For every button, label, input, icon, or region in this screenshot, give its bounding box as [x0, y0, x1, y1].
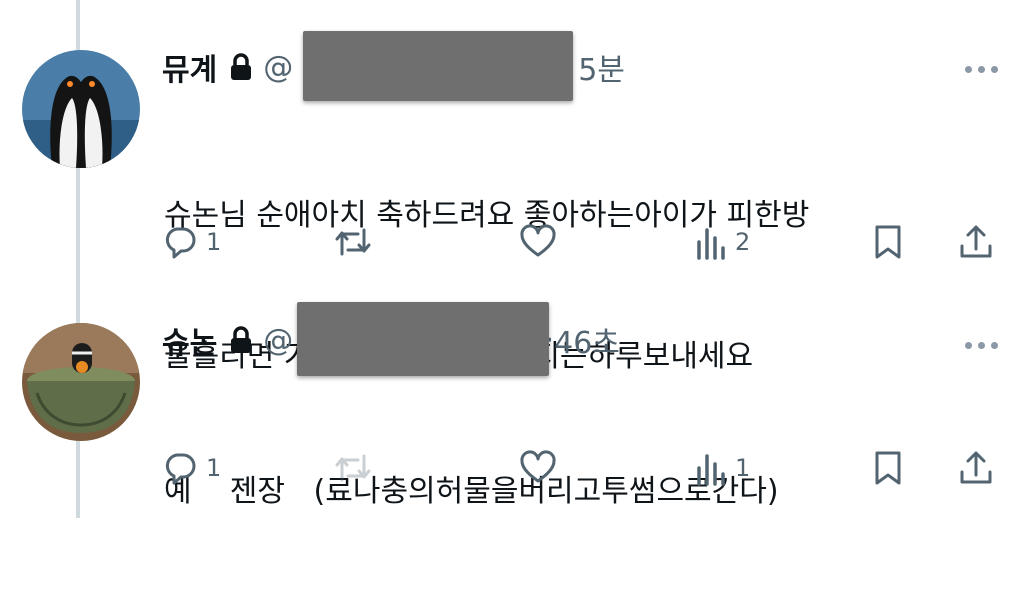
bookmark-icon: [872, 224, 904, 260]
views-count: 2: [735, 228, 751, 256]
views-icon: [695, 450, 727, 486]
display-name[interactable]: 슈논: [162, 318, 217, 362]
share-button[interactable]: [958, 448, 994, 488]
share-icon: [958, 224, 994, 260]
reply-count: 1: [206, 228, 222, 256]
penguins-avatar-image: [22, 50, 140, 168]
like-button[interactable]: [519, 448, 565, 488]
more-dots-icon[interactable]: [965, 342, 998, 349]
reply-icon: [162, 224, 198, 260]
views-button[interactable]: 2: [695, 222, 750, 262]
retweet-button: [333, 448, 381, 488]
tweet[interactable]: 슈논 @ k · 46초 예 젠장 (료나충의허물을버리고투썸으로간다) 1 1: [0, 290, 1024, 518]
timestamp[interactable]: 5분: [578, 45, 625, 89]
reply-count: 1: [206, 454, 222, 482]
reply-icon: [162, 450, 198, 486]
handle-prefix[interactable]: @: [263, 323, 293, 358]
views-button[interactable]: 1: [695, 448, 750, 488]
display-name[interactable]: 뮤계: [162, 45, 217, 89]
tweet-text: 예 젠장 (료나충의허물을버리고투썸으로간다): [164, 374, 779, 609]
reply-button[interactable]: 1: [162, 222, 221, 262]
bowl-avatar-image: [22, 323, 140, 441]
action-bar: 1 1: [0, 448, 1024, 488]
views-count: 1: [735, 454, 751, 482]
handle-prefix[interactable]: @: [263, 50, 293, 85]
lock-icon: [229, 326, 253, 354]
heart-icon: [519, 450, 557, 486]
bookmark-button[interactable]: [872, 222, 904, 262]
bookmark-icon: [872, 450, 904, 486]
retweet-icon: [333, 450, 373, 486]
heart-icon: [519, 224, 557, 260]
share-icon: [958, 450, 994, 486]
reply-button[interactable]: 1: [162, 448, 221, 488]
retweet-button[interactable]: [333, 222, 381, 262]
redaction-box: [297, 302, 549, 376]
lock-icon: [229, 53, 253, 81]
avatar[interactable]: [22, 323, 140, 441]
like-button[interactable]: [519, 222, 565, 262]
retweet-icon: [333, 224, 373, 260]
views-icon: [695, 224, 727, 260]
action-bar: 1 2: [0, 222, 1024, 262]
more-dots-icon[interactable]: [965, 66, 998, 73]
bookmark-button[interactable]: [872, 448, 904, 488]
avatar[interactable]: [22, 50, 140, 168]
timestamp[interactable]: 46초: [554, 318, 620, 362]
tweet[interactable]: 뮤계 @ 5분 슈논님 순애아치 축하드려요 좋아하는아이가 피한방 울흘리면 …: [0, 0, 1024, 374]
share-button[interactable]: [958, 222, 994, 262]
redaction-box: [303, 31, 573, 101]
